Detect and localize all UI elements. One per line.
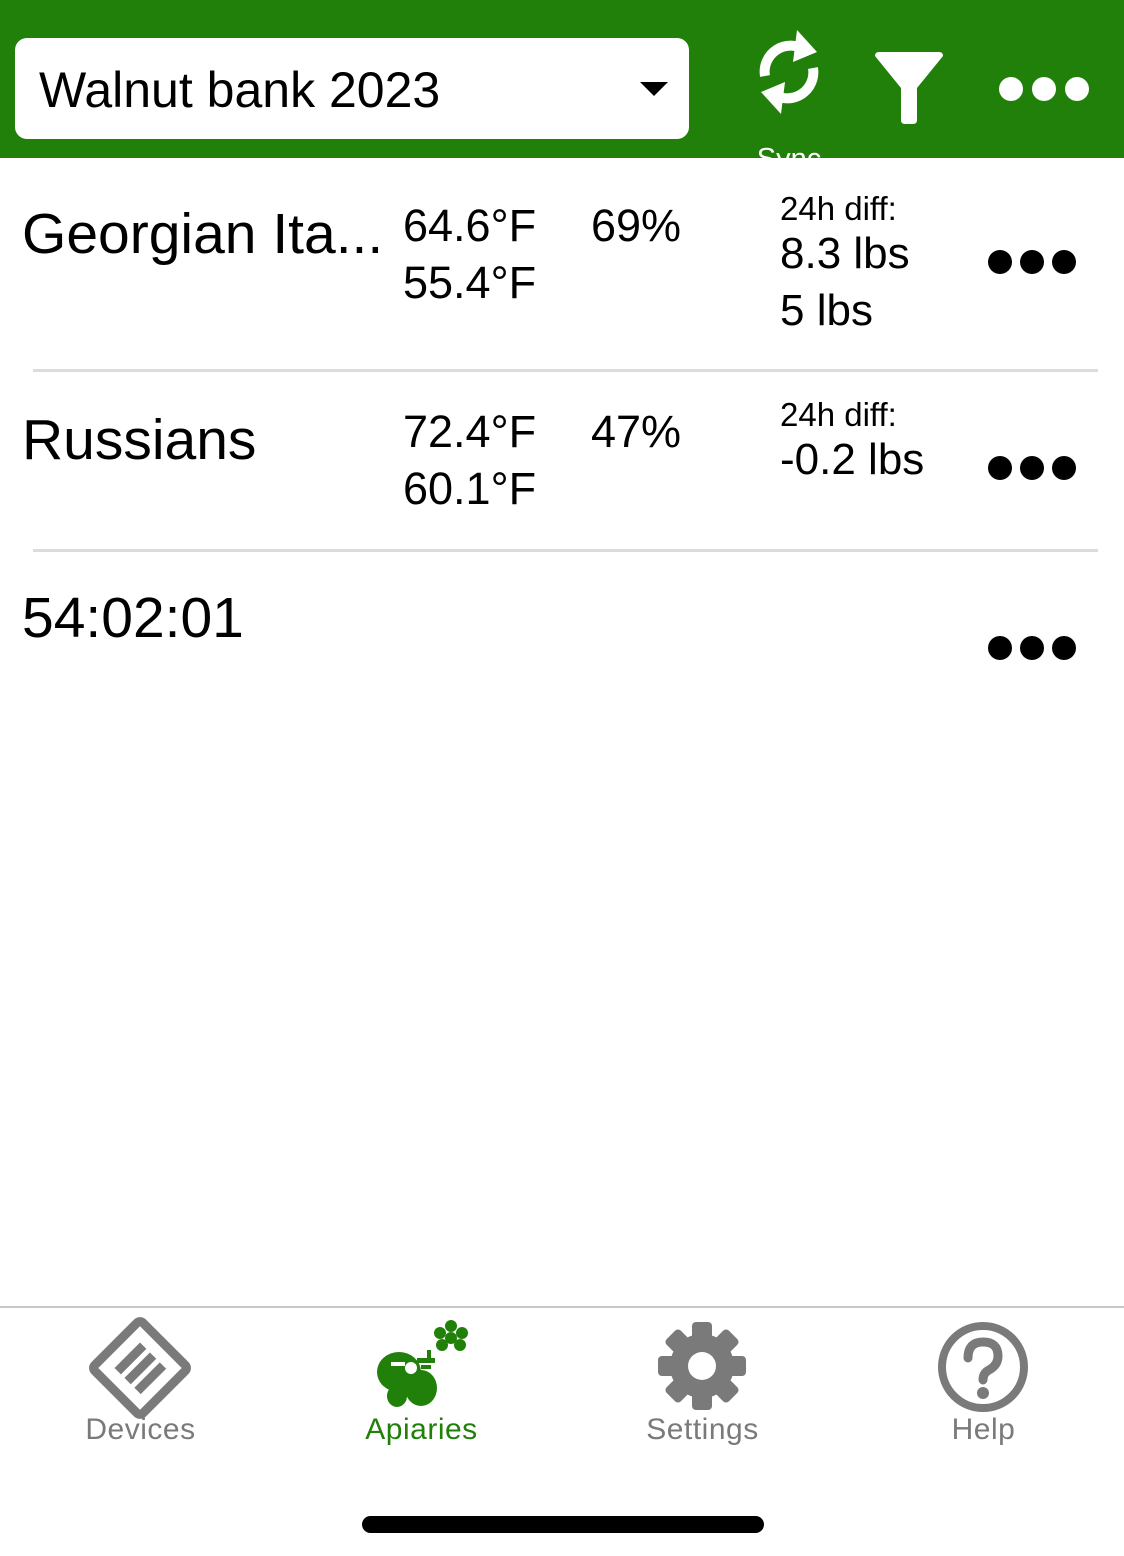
hive-row[interactable]: 54:02:01 <box>0 552 1124 722</box>
apiary-icon <box>377 1320 468 1407</box>
tab-apiaries[interactable]: Apiaries <box>281 1308 562 1468</box>
temp-high: 64.6°F <box>403 200 537 251</box>
temp-low: 55.4°F <box>403 257 537 308</box>
help-icon <box>938 1322 1028 1412</box>
gear-icon <box>658 1322 746 1410</box>
diff-label: 24h diff: <box>780 190 897 227</box>
more-horizontal-icon[interactable] <box>996 74 1092 104</box>
weight-diff: -0.2 lbs <box>780 435 925 484</box>
weight-value: 5 lbs <box>780 286 873 335</box>
temp-low: 60.1°F <box>403 463 537 514</box>
humidity: 69% <box>591 200 682 251</box>
tab-devices-label: Devices <box>85 1413 196 1446</box>
tab-devices[interactable]: Devices <box>0 1308 281 1468</box>
tab-apiaries-label: Apiaries <box>365 1413 478 1446</box>
filter-icon[interactable] <box>873 52 945 126</box>
home-indicator[interactable] <box>362 1516 764 1533</box>
tab-settings-label: Settings <box>646 1413 759 1446</box>
tab-settings[interactable]: Settings <box>562 1308 843 1468</box>
sync-button[interactable]: Sync <box>745 20 833 175</box>
app-screen: Walnut bank 2023 Sync Georgian Ita... 64… <box>0 0 1124 1556</box>
top-toolbar: Walnut bank 2023 Sync <box>0 0 1124 175</box>
apiary-dropdown-value: Walnut bank 2023 <box>39 62 441 118</box>
sync-icon <box>759 30 819 114</box>
humidity: 47% <box>591 406 682 457</box>
devices-icon <box>89 1317 191 1419</box>
hive-name: Russians <box>22 408 257 472</box>
weight-diff: 8.3 lbs <box>780 229 910 278</box>
diff-label: 24h diff: <box>780 396 897 433</box>
row-more-icon[interactable] <box>986 248 1078 276</box>
hive-row[interactable]: Georgian Ita... 64.6°F 55.4°F 69% 24h di… <box>0 158 1124 372</box>
tab-help[interactable]: Help <box>843 1308 1124 1468</box>
hive-row[interactable]: Russians 72.4°F 60.1°F 47% 24h diff: -0.… <box>0 372 1124 552</box>
row-more-icon[interactable] <box>986 634 1078 662</box>
hive-name: 54:02:01 <box>22 586 244 650</box>
hive-name: Georgian Ita... <box>22 202 384 266</box>
row-more-icon[interactable] <box>986 454 1078 482</box>
temp-high: 72.4°F <box>403 406 537 457</box>
chevron-down-icon <box>640 82 668 96</box>
apiary-dropdown[interactable]: Walnut bank 2023 <box>15 38 689 139</box>
tab-help-label: Help <box>951 1413 1016 1446</box>
